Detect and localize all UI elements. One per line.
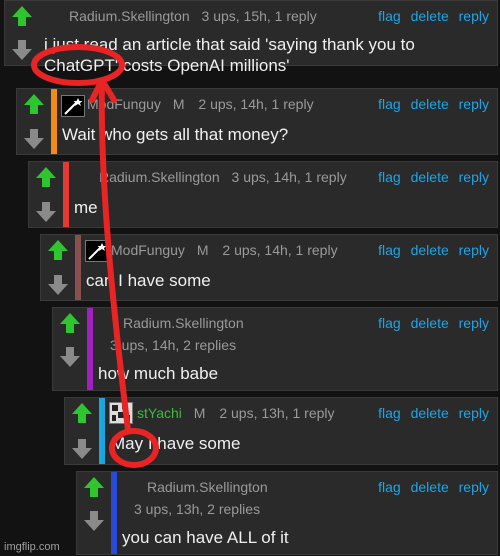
red-annotation-overlay	[31, 44, 159, 468]
arrow-line-annotation	[98, 77, 131, 433]
watermark: imgflip.com	[4, 541, 60, 553]
circle-annotation-bottom	[109, 428, 159, 468]
circle-annotation-top	[31, 44, 125, 86]
